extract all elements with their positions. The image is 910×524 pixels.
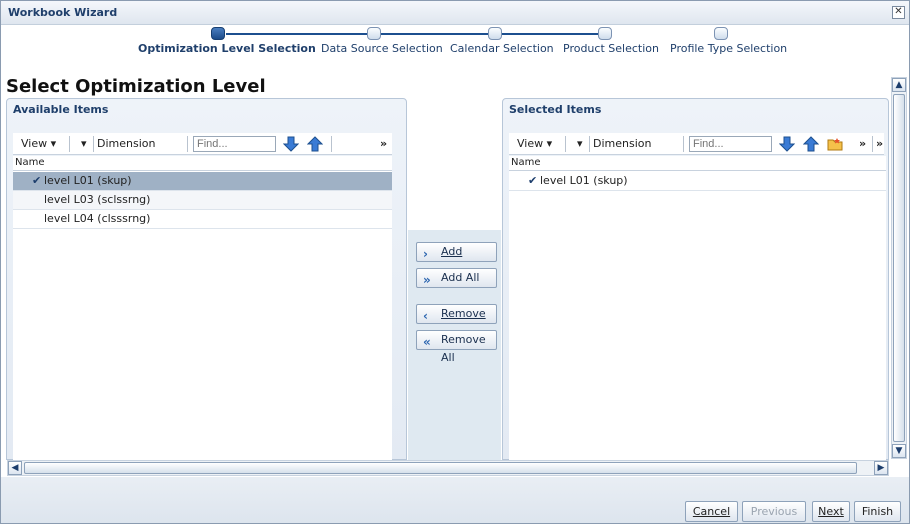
move-down-icon[interactable] bbox=[283, 136, 299, 152]
vertical-scrollbar[interactable]: ▲ ▼ bbox=[891, 77, 907, 459]
list-item-label: level L04 (clsssrng) bbox=[44, 212, 151, 225]
dimension-label[interactable]: Dimension bbox=[593, 137, 651, 150]
remove-all-label: Remove All bbox=[441, 333, 486, 364]
list-item[interactable]: ✔ level L01 (skup) bbox=[13, 172, 392, 191]
train-stop-product[interactable] bbox=[598, 27, 612, 40]
vertical-scroll-thumb[interactable] bbox=[893, 94, 905, 442]
toolbar-separator bbox=[93, 136, 94, 152]
remove-button[interactable]: ‹ Remove bbox=[416, 304, 497, 324]
available-toolbar: View ▾ ▾ Dimension » bbox=[13, 133, 392, 155]
available-find-input[interactable] bbox=[193, 136, 276, 152]
wizard-train: Optimization Level Selection Data Source… bbox=[1, 25, 909, 65]
add-all-arrow-icon: » bbox=[423, 273, 431, 287]
list-item-label: level L03 (sclssrng) bbox=[44, 193, 151, 206]
dimension-dropdown-icon[interactable]: ▾ bbox=[81, 137, 87, 150]
add-all-label: Add All bbox=[441, 271, 480, 284]
remove-label: Remove bbox=[441, 307, 486, 320]
column-header-name[interactable]: Name bbox=[13, 156, 392, 171]
add-all-button[interactable]: » Add All bbox=[416, 268, 497, 288]
cancel-label: Cancel bbox=[692, 505, 731, 518]
scroll-down-icon[interactable]: ▼ bbox=[892, 444, 906, 458]
available-items-panel: Available Items View ▾ ▾ Dimension » Nam… bbox=[6, 98, 407, 460]
dimension-dropdown-icon[interactable]: ▾ bbox=[577, 137, 583, 150]
cancel-button[interactable]: Cancel bbox=[685, 501, 738, 522]
train-label-profile-type[interactable]: Profile Type Selection bbox=[670, 42, 787, 55]
selected-find-input[interactable] bbox=[689, 136, 772, 152]
view-label: View bbox=[517, 137, 544, 150]
train-stop-calendar[interactable] bbox=[488, 27, 502, 40]
selected-toolbar: View ▾ ▾ Dimension » » bbox=[509, 133, 884, 155]
view-menu[interactable]: View ▾ bbox=[21, 137, 56, 150]
train-stop-profile-type[interactable] bbox=[714, 27, 728, 40]
view-label: View bbox=[21, 137, 48, 150]
check-icon: ✔ bbox=[32, 174, 42, 187]
title-bar: Workbook Wizard ✕ bbox=[1, 1, 909, 25]
train-stop-data-source[interactable] bbox=[367, 27, 381, 40]
list-item-label: level L01 (skup) bbox=[44, 174, 132, 187]
available-items-title: Available Items bbox=[13, 103, 109, 116]
train-label-product[interactable]: Product Selection bbox=[563, 42, 659, 55]
window-title: Workbook Wizard bbox=[8, 6, 118, 19]
page-title: Select Optimization Level bbox=[6, 76, 266, 97]
previous-label: Previous bbox=[750, 505, 798, 518]
train-stop-optimization-level[interactable] bbox=[211, 27, 225, 40]
toolbar-separator bbox=[683, 136, 684, 152]
selected-items-panel: Selected Items View ▾ ▾ Dimension » » Na… bbox=[502, 98, 889, 460]
move-down-icon[interactable] bbox=[779, 136, 795, 152]
toolbar-overflow-icon[interactable]: » bbox=[876, 137, 883, 150]
toolbar-overflow-icon[interactable]: » bbox=[380, 137, 387, 150]
toolbar-separator bbox=[331, 136, 332, 152]
scroll-left-icon[interactable]: ◀ bbox=[8, 461, 22, 475]
remove-all-button[interactable]: « Remove All bbox=[416, 330, 497, 364]
scroll-right-icon[interactable]: ▶ bbox=[874, 461, 888, 475]
finish-label: Finish bbox=[861, 505, 894, 518]
toolbar-separator bbox=[187, 136, 188, 152]
remove-all-arrow-icon: « bbox=[423, 335, 431, 349]
train-label-data-source[interactable]: Data Source Selection bbox=[321, 42, 443, 55]
column-header-name[interactable]: Name bbox=[509, 156, 886, 171]
list-item[interactable]: level L04 (clsssrng) bbox=[13, 210, 392, 229]
toolbar-separator bbox=[589, 136, 590, 152]
list-item[interactable]: ✔ level L01 (skup) bbox=[509, 172, 886, 191]
toolbar-overflow-icon[interactable]: » bbox=[859, 137, 866, 150]
toolbar-separator bbox=[872, 136, 873, 152]
available-grid: Name ✔ level L01 (skup) level L03 (sclss… bbox=[13, 156, 392, 460]
toolbar-separator bbox=[565, 136, 566, 152]
horizontal-scroll-thumb[interactable] bbox=[24, 462, 857, 474]
wizard-footer: Cancel Previous Next Finish bbox=[1, 477, 909, 523]
list-item[interactable]: level L03 (sclssrng) bbox=[13, 191, 392, 210]
shuttle-area: › Add » Add All ‹ Remove « Remove All bbox=[408, 230, 501, 460]
selected-grid: Name ✔ level L01 (skup) bbox=[509, 156, 886, 460]
previous-button[interactable]: Previous bbox=[742, 501, 806, 522]
next-button[interactable]: Next bbox=[812, 501, 850, 522]
list-item-label: level L01 (skup) bbox=[540, 174, 628, 187]
scroll-up-icon[interactable]: ▲ bbox=[892, 78, 906, 92]
folder-icon[interactable] bbox=[827, 136, 843, 152]
move-up-icon[interactable] bbox=[803, 136, 819, 152]
horizontal-scrollbar[interactable]: ◀ ▶ bbox=[7, 460, 889, 476]
remove-arrow-icon: ‹ bbox=[423, 309, 428, 323]
add-label: Add bbox=[441, 245, 463, 258]
move-up-icon[interactable] bbox=[307, 136, 323, 152]
wizard-window: Workbook Wizard ✕ Optimization Level Sel… bbox=[0, 0, 910, 524]
selected-items-title: Selected Items bbox=[509, 103, 602, 116]
train-label-calendar[interactable]: Calendar Selection bbox=[450, 42, 554, 55]
toolbar-separator bbox=[69, 136, 70, 152]
dimension-label[interactable]: Dimension bbox=[97, 137, 155, 150]
close-icon[interactable]: ✕ bbox=[892, 6, 905, 19]
view-menu[interactable]: View ▾ bbox=[517, 137, 552, 150]
finish-button[interactable]: Finish bbox=[854, 501, 901, 522]
add-arrow-icon: › bbox=[423, 247, 428, 261]
train-line bbox=[226, 33, 610, 35]
add-button[interactable]: › Add bbox=[416, 242, 497, 262]
check-icon: ✔ bbox=[528, 174, 538, 187]
train-label-optimization-level[interactable]: Optimization Level Selection bbox=[138, 42, 316, 55]
next-label: Next bbox=[818, 505, 844, 518]
